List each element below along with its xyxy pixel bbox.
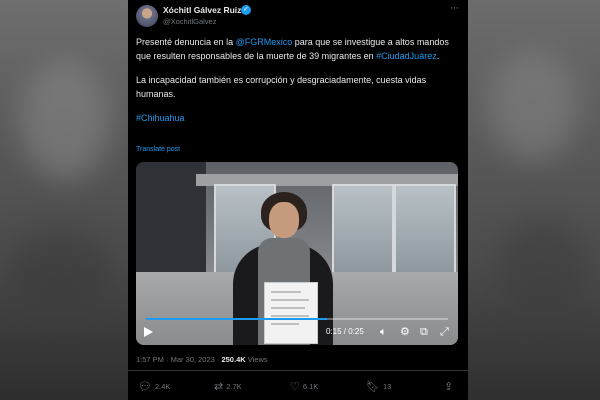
reply-icon: 💬︎ bbox=[138, 381, 152, 393]
hashtag-state-link[interactable]: #Chihuahua bbox=[136, 113, 185, 123]
background-left bbox=[0, 0, 128, 400]
post-card: Xóchitl Gálvez Ruiz ✓ @XochitlGalvez ···… bbox=[128, 0, 468, 400]
share-icon: ⇪ bbox=[444, 381, 454, 393]
bookmark-button[interactable]: 🔖︎ 13 bbox=[366, 380, 391, 393]
author-name[interactable]: Xóchitl Gálvez Ruiz bbox=[163, 5, 241, 15]
fullscreen-icon[interactable]: ⤢ bbox=[440, 325, 449, 339]
bookmark-icon: 🔖︎ bbox=[366, 381, 380, 393]
reply-count: 2.4K bbox=[154, 382, 171, 391]
repost-icon: ⇄ bbox=[214, 381, 224, 393]
video-progress-fill bbox=[146, 318, 328, 320]
bookmark-count: 13 bbox=[382, 382, 392, 391]
hashtag-city-link[interactable]: #CiudadJuárez bbox=[376, 51, 437, 61]
pip-icon[interactable]: ⧉ bbox=[420, 325, 428, 339]
mention-link[interactable]: @FGRMexico bbox=[236, 37, 293, 47]
reply-button[interactable]: 💬︎ 2.4K bbox=[138, 380, 170, 393]
volume-icon[interactable]: 🔈︎ bbox=[380, 325, 387, 339]
post-text-start: Presenté denuncia en la bbox=[136, 37, 236, 47]
divider bbox=[128, 370, 468, 371]
post-timestamp[interactable]: 1:57 PM · Mar 30, 2023 · bbox=[136, 355, 221, 364]
action-bar: 💬︎ 2.4K ⇄ 2.7K ♡ 6.1K 🔖︎ 13 ⇪ bbox=[128, 380, 468, 396]
post-text: Presenté denuncia en la @FGRMexico para … bbox=[136, 35, 456, 125]
play-icon[interactable] bbox=[144, 327, 153, 337]
repost-button[interactable]: ⇄ 2.7K bbox=[214, 380, 242, 393]
translate-post-link[interactable]: Translate post bbox=[136, 146, 180, 153]
post-meta: 1:57 PM · Mar 30, 2023 · 250.4K Views bbox=[136, 355, 268, 364]
video-player[interactable]: 0:15 / 0:25 🔈︎ ⚙ ⧉ ⤢ bbox=[136, 162, 458, 345]
author-handle[interactable]: @XochitlGalvez bbox=[163, 17, 216, 26]
post-paragraph-1: Presenté denuncia en la @FGRMexico para … bbox=[136, 35, 456, 63]
more-icon[interactable]: ··· bbox=[450, 2, 459, 14]
background-right bbox=[468, 0, 600, 400]
share-button[interactable]: ⇪ bbox=[444, 380, 456, 393]
avatar[interactable] bbox=[136, 5, 158, 27]
views-count: 250.4K bbox=[221, 355, 246, 364]
post-paragraph-2: La incapacidad también es corrupción y d… bbox=[136, 75, 427, 99]
verified-icon: ✓ bbox=[241, 5, 251, 15]
video-timecode: 0:15 / 0:25 bbox=[326, 327, 364, 336]
like-icon: ♡ bbox=[290, 381, 300, 393]
like-button[interactable]: ♡ 6.1K bbox=[290, 380, 318, 393]
settings-icon[interactable]: ⚙ bbox=[400, 325, 410, 339]
repost-count: 2.7K bbox=[226, 382, 242, 391]
video-person-face bbox=[269, 202, 299, 238]
video-controls: 0:15 / 0:25 🔈︎ ⚙ ⧉ ⤢ bbox=[136, 322, 458, 344]
video-glass-door bbox=[394, 184, 456, 276]
post-text-tail: . bbox=[436, 51, 440, 61]
video-glass-door bbox=[332, 184, 394, 276]
views-label: Views bbox=[245, 355, 268, 364]
like-count: 6.1K bbox=[302, 382, 319, 391]
video-progress-bar[interactable] bbox=[146, 318, 448, 320]
